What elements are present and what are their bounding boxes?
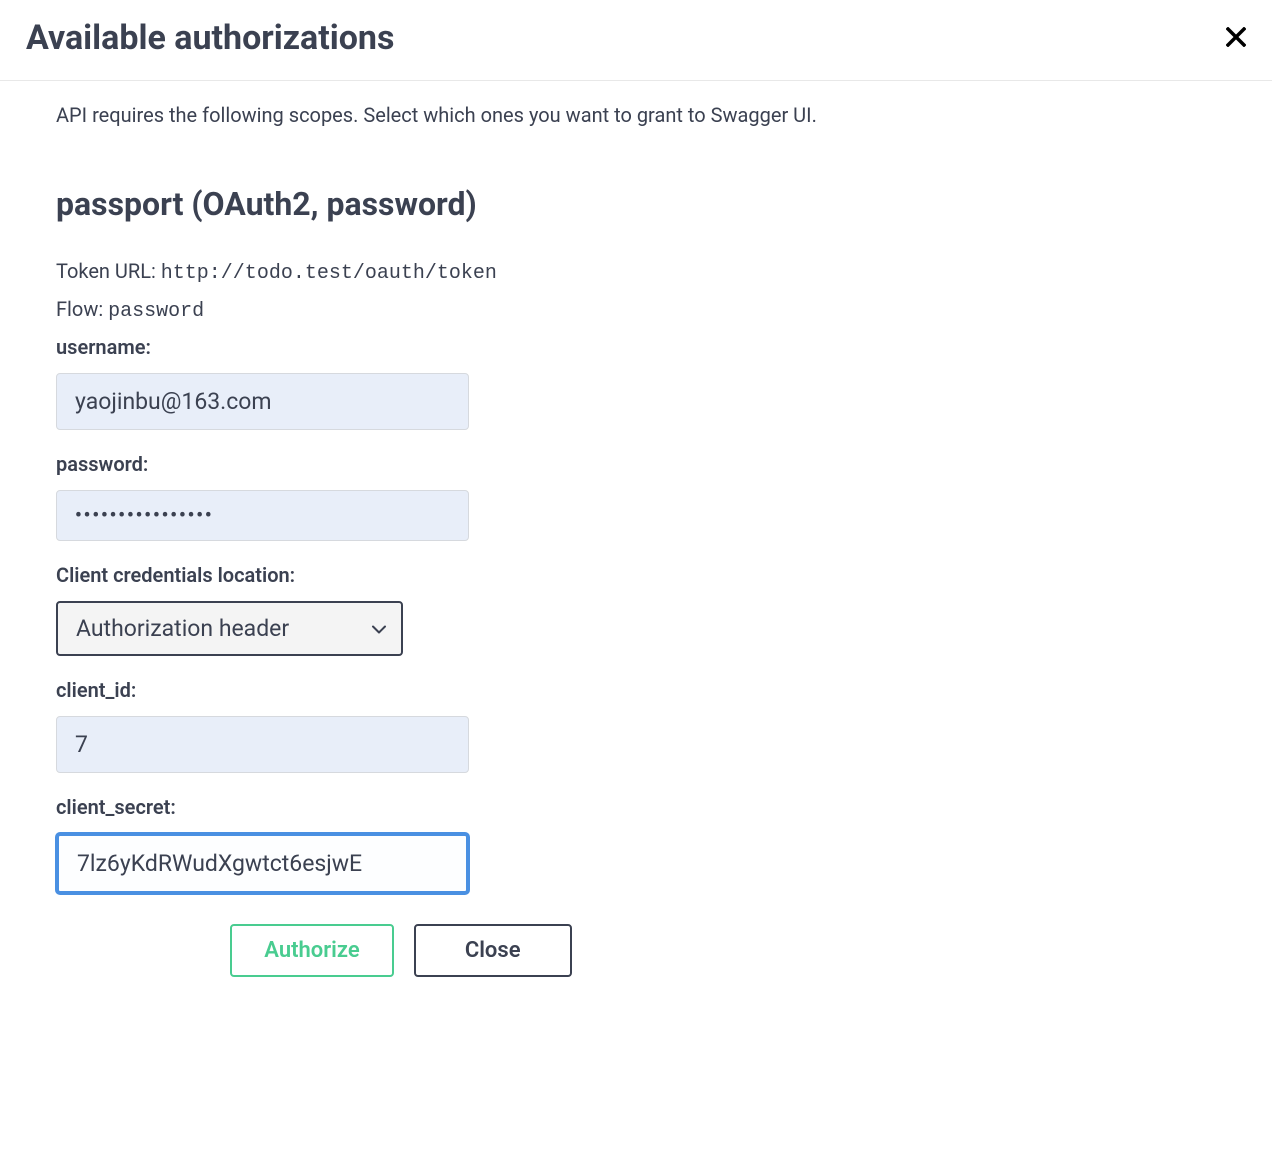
client-secret-group: client_secret: [56,795,1216,894]
token-url-row: Token URL: http://todo.test/oauth/token [56,259,1216,285]
username-group: username: [56,335,1216,430]
authorize-button[interactable]: Authorize [230,924,393,977]
auth-section-title: passport (OAuth2, password) [56,185,1216,223]
close-button[interactable]: Close [414,924,572,977]
authorization-modal: Available authorizations API requires th… [0,0,1272,1017]
flow-label: Flow: [56,297,108,321]
client-id-input[interactable] [56,716,469,773]
scope-description: API requires the following scopes. Selec… [56,101,1216,129]
token-url-label: Token URL: [56,259,161,283]
password-label: password: [56,452,1216,476]
flow-value: password [108,300,204,323]
modal-header: Available authorizations [0,0,1272,81]
credentials-location-group: Client credentials location: Authorizati… [56,563,1216,656]
client-id-group: client_id: [56,678,1216,773]
username-input[interactable] [56,373,469,430]
credentials-location-label: Client credentials location: [56,563,1216,587]
token-url-value: http://todo.test/oauth/token [161,262,497,285]
credentials-location-select[interactable]: Authorization header [56,601,403,656]
password-group: password: [56,452,1216,541]
flow-row: Flow: password [56,297,1216,323]
password-input[interactable] [56,490,469,541]
credentials-location-select-wrapper: Authorization header [56,601,403,656]
button-row: Authorize Close [56,924,746,977]
client-id-label: client_id: [56,678,1216,702]
client-secret-input[interactable] [56,833,469,894]
modal-body: API requires the following scopes. Selec… [0,81,1272,1017]
client-secret-label: client_secret: [56,795,1216,819]
modal-title: Available authorizations [26,18,394,58]
username-label: username: [56,335,1216,359]
close-icon[interactable] [1226,24,1246,52]
